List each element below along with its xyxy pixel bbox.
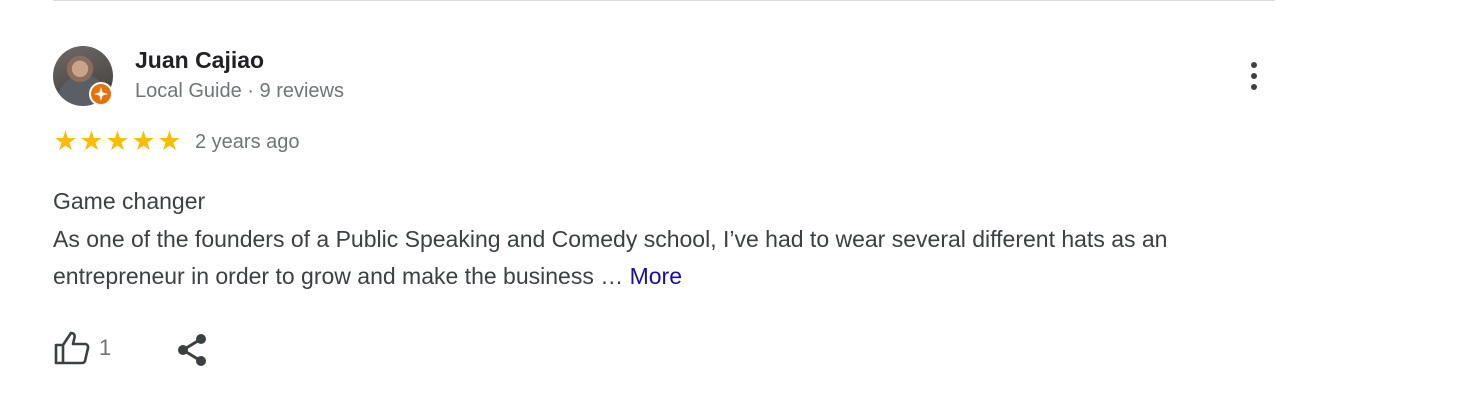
review-title: Game changer [53, 188, 206, 214]
share-button[interactable] [175, 333, 209, 372]
like-count: 1 [99, 335, 112, 360]
like-button[interactable]: 1 [53, 330, 111, 366]
star-icon: ★ [157, 126, 182, 156]
review-date: 2 years ago [195, 131, 300, 153]
top-divider [53, 0, 1275, 1]
local-guide-badge-icon [89, 82, 113, 106]
share-icon [178, 334, 206, 366]
more-link[interactable]: More [630, 263, 682, 289]
reviewer-meta[interactable]: Local Guide · 9 reviews [135, 80, 344, 103]
review-body: As one of the founders of a Public Speak… [53, 225, 1168, 290]
star-rating: ★ ★ ★ ★ ★ [53, 128, 182, 155]
star-icon: ★ [53, 126, 78, 156]
reviewer-name[interactable]: Juan Cajiao [135, 47, 264, 74]
more-options-button[interactable] [1238, 58, 1270, 94]
thumbs-up-icon [54, 331, 90, 365]
local-guide-star-icon [94, 87, 108, 101]
star-icon: ★ [79, 126, 104, 156]
more-vertical-icon [1251, 62, 1257, 68]
star-icon: ★ [131, 126, 156, 156]
star-icon: ★ [105, 126, 130, 156]
review-text: Game changer As one of the founders of a … [53, 183, 1278, 296]
